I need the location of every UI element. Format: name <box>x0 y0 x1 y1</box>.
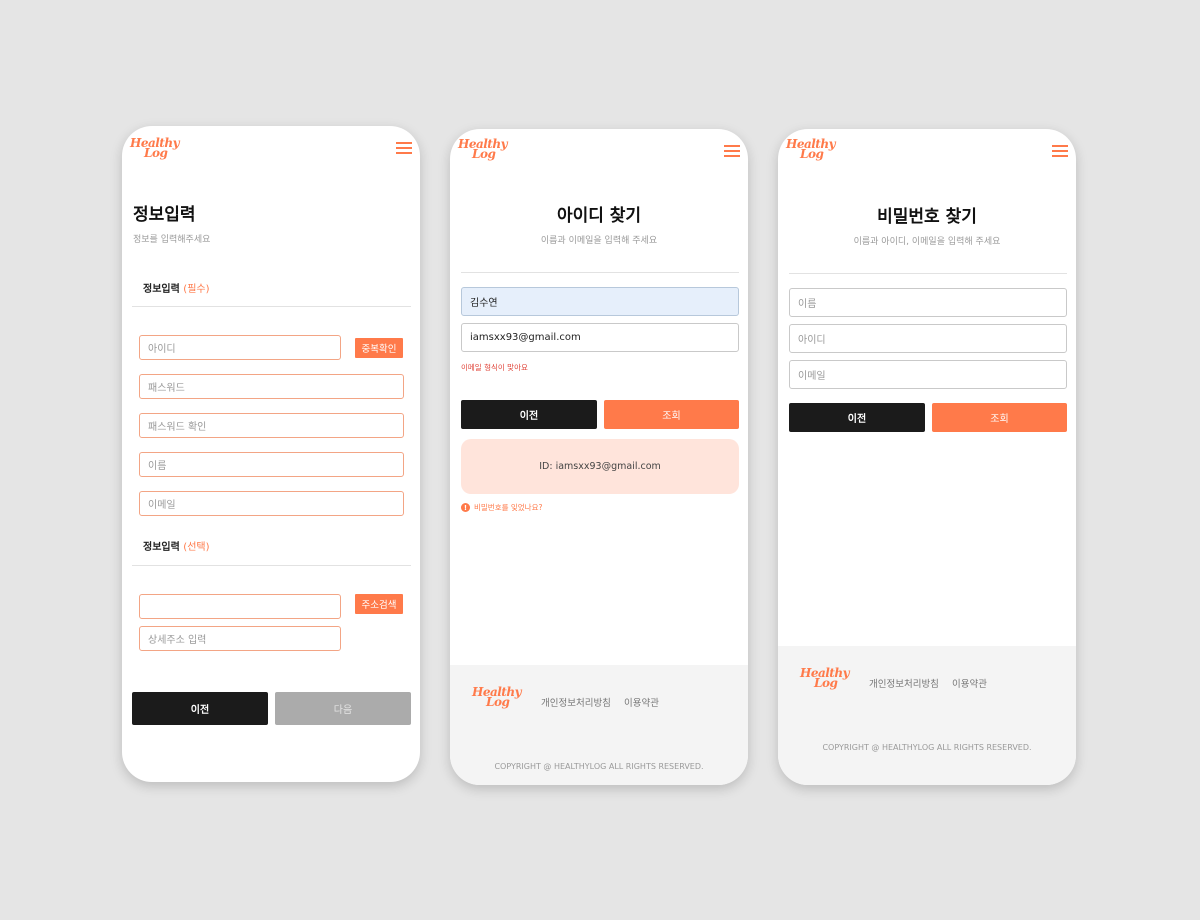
address-search-button[interactable]: 주소검색 <box>355 594 403 614</box>
footer-logo[interactable]: Healthy Log <box>472 686 522 708</box>
divider <box>132 565 411 566</box>
hamburger-menu-icon[interactable] <box>396 142 412 154</box>
forgot-password-link[interactable]: ! 비밀번호를 잊었나요? <box>461 502 542 513</box>
privacy-policy-link[interactable]: 개인정보처리방침 <box>541 695 611 709</box>
password-input[interactable]: 패스워드 <box>139 374 404 399</box>
id-input[interactable]: 아이디 <box>789 324 1067 353</box>
duplicate-check-button[interactable]: 중복확인 <box>355 338 403 358</box>
copyright: COPYRIGHT @ HEALTHYLOG ALL RIGHTS RESERV… <box>494 762 704 771</box>
healthylog-logo[interactable]: Healthy Log <box>786 138 836 160</box>
page-subtitle: 이름과 아이디, 이메일을 입력해 주세요 <box>853 237 1001 247</box>
search-button[interactable]: 조회 <box>932 403 1067 432</box>
footer-logo[interactable]: Healthy Log <box>800 667 850 689</box>
info-icon: ! <box>461 503 470 512</box>
prev-button[interactable]: 이전 <box>461 400 597 429</box>
id-input[interactable]: 아이디 <box>139 335 341 360</box>
email-input[interactable]: 이메일 <box>139 491 404 516</box>
page-subtitle: 이름과 이메일을 입력해 주세요 <box>540 236 658 246</box>
password-confirm-input[interactable]: 패스워드 확인 <box>139 413 404 438</box>
privacy-policy-link[interactable]: 개인정보처리방침 <box>869 676 939 690</box>
divider <box>132 306 411 307</box>
required-section-label: 정보입력 (필수) <box>143 284 210 295</box>
footer: Healthy Log 개인정보처리방침 이용약관 COPYRIGHT @ HE… <box>778 646 1076 785</box>
address-input[interactable] <box>139 594 341 619</box>
page-title: 정보입력 <box>133 205 196 225</box>
page-title: 비밀번호 찾기 <box>877 207 977 227</box>
search-button[interactable]: 조회 <box>604 400 739 429</box>
email-validation-message: 이메일 형식이 맞아요 <box>461 363 528 372</box>
hamburger-menu-icon[interactable] <box>1052 145 1068 157</box>
found-id-result: ID: iamsxx93@gmail.com <box>461 439 739 494</box>
find-password-screen: Healthy Log 비밀번호 찾기 이름과 아이디, 이메일을 입력해 주세… <box>778 129 1076 785</box>
healthylog-logo[interactable]: Healthy Log <box>130 137 180 159</box>
email-input[interactable]: 이메일 <box>789 360 1067 389</box>
signup-info-screen: Healthy Log 정보입력 정보를 입력해주세요 정보입력 (필수) 아이… <box>122 126 420 782</box>
name-input[interactable]: 이름 <box>139 452 404 477</box>
terms-link[interactable]: 이용약관 <box>952 676 987 690</box>
page-title: 아이디 찾기 <box>556 206 642 226</box>
footer: Healthy Log 개인정보처리방침 이용약관 COPYRIGHT @ HE… <box>450 665 748 785</box>
email-input[interactable]: iamsxx93@gmail.com <box>461 323 739 352</box>
healthylog-logo[interactable]: Healthy Log <box>458 138 508 160</box>
name-input[interactable]: 이름 <box>789 288 1067 317</box>
hamburger-menu-icon[interactable] <box>724 145 740 157</box>
prev-button[interactable]: 이전 <box>132 692 268 725</box>
divider <box>461 272 739 273</box>
terms-link[interactable]: 이용약관 <box>624 695 659 709</box>
find-id-screen: Healthy Log 아이디 찾기 이름과 이메일을 입력해 주세요 김수연 … <box>450 129 748 785</box>
page-subtitle: 정보를 입력해주세요 <box>133 235 211 245</box>
name-input[interactable]: 김수연 <box>461 287 739 316</box>
optional-section-label: 정보입력 (선택) <box>143 542 210 553</box>
copyright: COPYRIGHT @ HEALTHYLOG ALL RIGHTS RESERV… <box>822 743 1032 752</box>
divider <box>789 273 1067 274</box>
next-button[interactable]: 다음 <box>275 692 411 725</box>
address-detail-input[interactable]: 상세주소 입력 <box>139 626 341 651</box>
prev-button[interactable]: 이전 <box>789 403 925 432</box>
